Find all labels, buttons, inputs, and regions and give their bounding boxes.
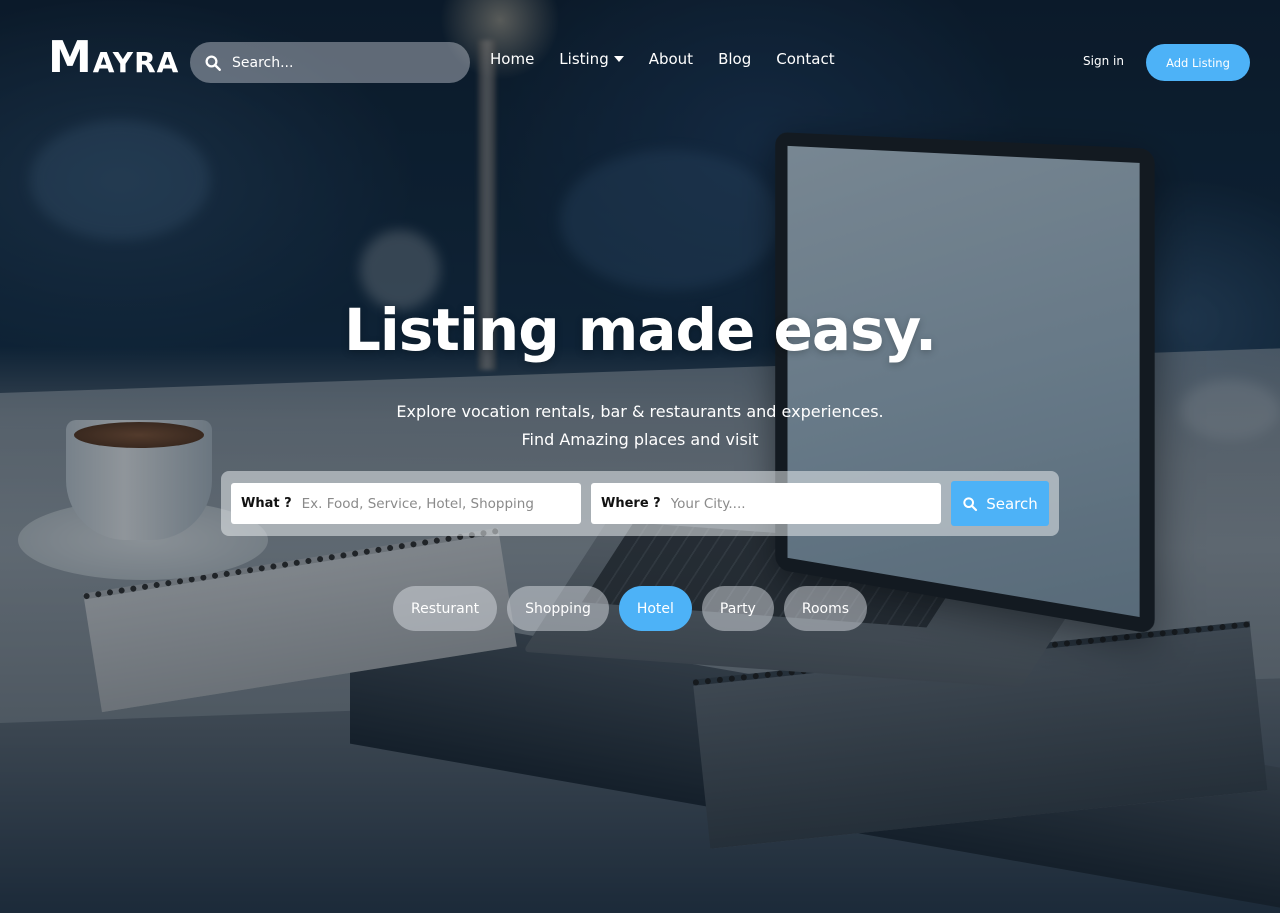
nav-about[interactable]: About: [649, 50, 693, 68]
hero-title: Listing made easy.: [343, 296, 937, 364]
brand-logo[interactable]: MAYRA: [48, 36, 179, 80]
nav-home[interactable]: Home: [490, 50, 534, 68]
listing-search-form: What ? Where ? Search: [221, 471, 1059, 536]
where-label: Where ?: [601, 496, 661, 511]
category-tag-party[interactable]: Party: [701, 586, 774, 631]
header-search-box: [190, 42, 470, 83]
hero-subtitle-line-2: Find Amazing places and visit: [521, 430, 759, 449]
main-nav: Home Listing About Blog Contact: [490, 50, 860, 68]
nav-about-label: About: [648, 50, 694, 68]
search-icon: [963, 496, 978, 511]
category-tag-shopping[interactable]: Shopping: [507, 586, 609, 631]
what-label: What ?: [241, 496, 292, 511]
category-tag-hotel[interactable]: Hotel: [618, 586, 692, 631]
search-button-label: Search: [986, 494, 1038, 513]
nav-contact-label: Contact: [776, 50, 835, 68]
nav-contact[interactable]: Contact: [776, 50, 834, 68]
add-listing-button[interactable]: Add Listing: [1146, 44, 1250, 81]
hero-subtitle: Explore vocation rentals, bar & restaura…: [0, 398, 1280, 454]
site-header: MAYRA Home Listing About Blog Contact Si…: [0, 0, 1280, 124]
what-field: What ?: [231, 483, 581, 524]
hero-background-image: [0, 0, 1280, 913]
logo-text: AYRA: [92, 46, 180, 79]
nav-listing[interactable]: Listing: [559, 50, 624, 68]
where-field: Where ?: [591, 483, 941, 524]
logo-initial: M: [48, 32, 93, 83]
what-input[interactable]: [301, 495, 581, 512]
nav-listing-label: Listing: [559, 50, 609, 68]
where-input[interactable]: [670, 495, 941, 512]
hero-subtitle-line-1: Explore vocation rentals, bar & restaura…: [396, 402, 884, 421]
header-search-input[interactable]: [232, 54, 470, 71]
chevron-down-icon: [613, 56, 624, 62]
category-tag-resturant[interactable]: Resturant: [393, 586, 498, 631]
nav-blog[interactable]: Blog: [718, 50, 751, 68]
search-button[interactable]: Search: [951, 481, 1049, 526]
category-tag-rooms[interactable]: Rooms: [783, 586, 868, 631]
search-icon: [205, 55, 221, 71]
nav-home-label: Home: [490, 50, 535, 68]
category-tags: Resturant Shopping Hotel Party Rooms: [393, 586, 868, 631]
sign-in-link[interactable]: Sign in: [1083, 54, 1124, 68]
nav-blog-label: Blog: [718, 50, 752, 68]
